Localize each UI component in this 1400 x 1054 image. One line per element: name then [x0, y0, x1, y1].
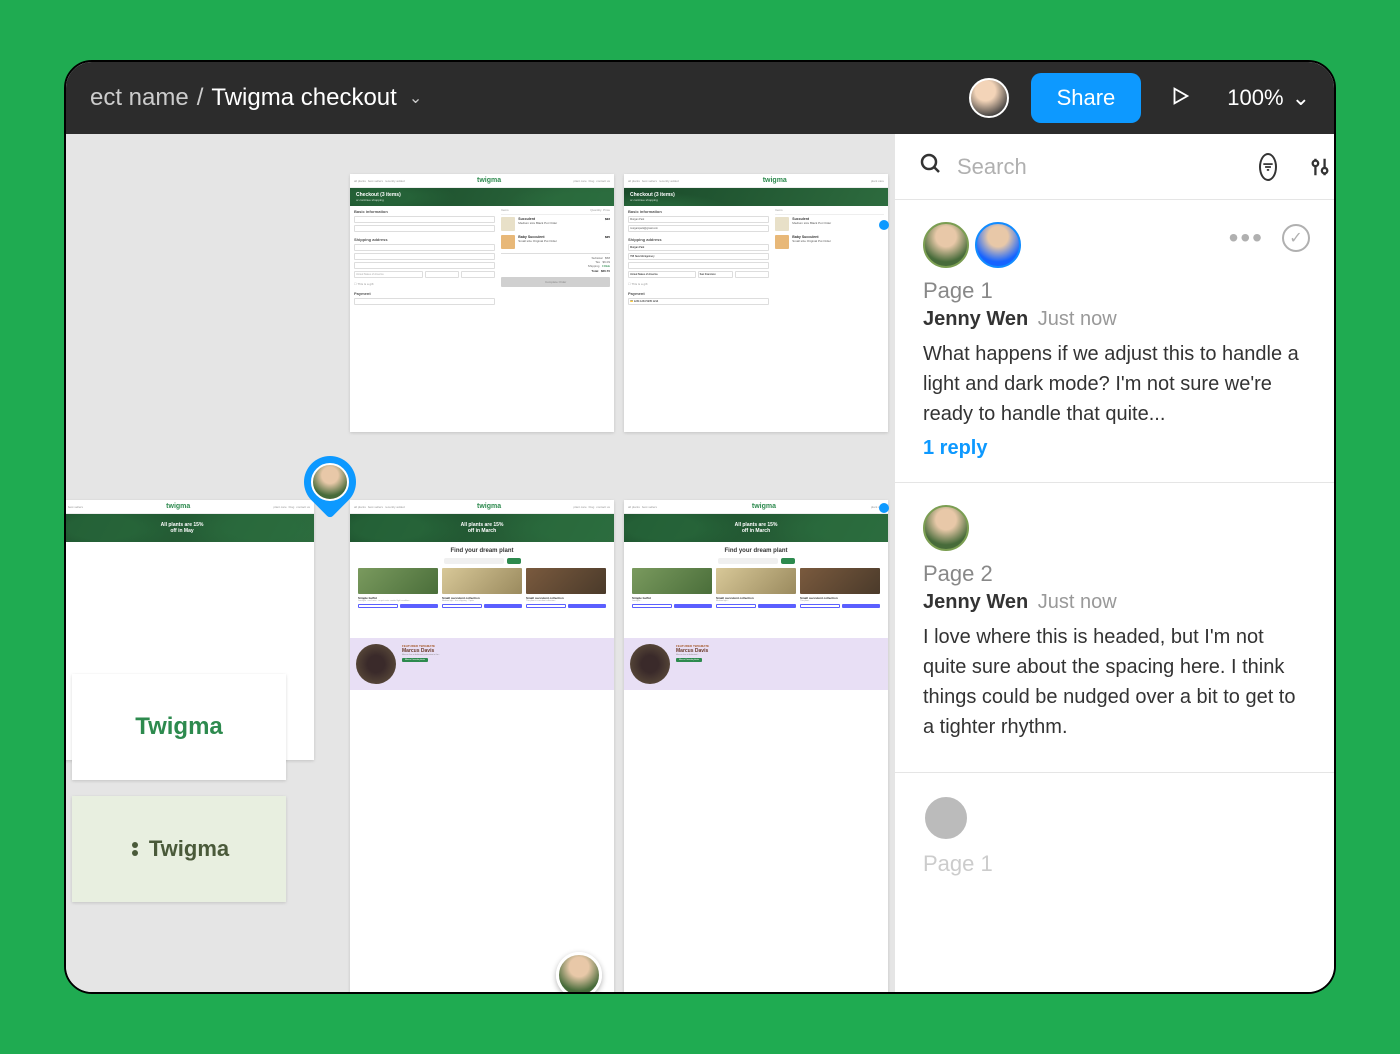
- comment-body: What happens if we adjust this to handle…: [923, 339, 1306, 429]
- pin-avatar: [311, 463, 349, 501]
- comment-time: Just now: [1038, 591, 1117, 613]
- frame-home-2[interactable]: all plantsbest sellersrecently added twi…: [350, 500, 614, 992]
- twigma-logo-icon: [129, 842, 143, 856]
- project-name-partial: ect name: [90, 84, 189, 112]
- search-input[interactable]: [957, 154, 1245, 180]
- comment-thread[interactable]: Page 1: [895, 773, 1334, 903]
- user-avatar[interactable]: [969, 78, 1009, 118]
- comment-time: Just now: [1038, 308, 1117, 330]
- comment-thread[interactable]: Page 2 Jenny Wen Just now I love where t…: [895, 483, 1334, 773]
- zoom-value: 100%: [1227, 85, 1283, 111]
- more-icon[interactable]: •••: [1229, 233, 1264, 243]
- frame-home-3[interactable]: all plantsbest sellers twigma plant care…: [624, 500, 888, 992]
- app-window: ect name / Twigma checkout ⌄ Share 100% …: [64, 60, 1336, 994]
- share-button[interactable]: Share: [1031, 73, 1142, 123]
- comment-page: Page 1: [923, 278, 1306, 304]
- unread-indicator: [879, 503, 889, 513]
- commenter-avatar: [923, 795, 969, 841]
- multiplayer-cursor-avatar: [556, 952, 602, 992]
- comment-page: Page 2: [923, 561, 1306, 587]
- breadcrumb[interactable]: ect name / Twigma checkout ⌄: [90, 84, 422, 112]
- topbar: ect name / Twigma checkout ⌄ Share 100% …: [66, 62, 1334, 134]
- search-bar: [895, 134, 1334, 200]
- brand-logo: twigma: [477, 177, 501, 184]
- comment-body: I love where this is headed, but I'm not…: [923, 622, 1306, 742]
- comment-author: Jenny Wen: [923, 591, 1028, 613]
- chevron-down-icon[interactable]: ⌄: [409, 88, 422, 108]
- canvas-area[interactable]: all plantsbest sellersrecently added twi…: [66, 134, 894, 992]
- comment-thread[interactable]: ••• ✓ Page 1 Jenny Wen Just now What hap…: [895, 200, 1334, 483]
- comment-author: Jenny Wen: [923, 308, 1028, 330]
- reply-link[interactable]: 1 reply: [923, 437, 1306, 460]
- commenter-avatar: [975, 222, 1021, 268]
- unread-indicator: [879, 220, 889, 230]
- logo-card-1[interactable]: Twigma: [72, 674, 286, 780]
- zoom-control[interactable]: 100% ⌄: [1227, 85, 1310, 111]
- settings-sliders-icon[interactable]: [1309, 156, 1331, 178]
- logo-card-2[interactable]: Twigma: [72, 796, 286, 902]
- logo-text: Twigma: [149, 836, 229, 862]
- breadcrumb-separator: /: [197, 84, 204, 112]
- comments-panel: ••• ✓ Page 1 Jenny Wen Just now What hap…: [894, 134, 1334, 992]
- logo-text: Twigma: [135, 713, 223, 741]
- commenter-avatar: [923, 505, 969, 551]
- search-icon[interactable]: [919, 152, 943, 181]
- commenter-avatar: [923, 222, 969, 268]
- file-name[interactable]: Twigma checkout: [211, 84, 396, 112]
- chevron-down-icon: ⌄: [1292, 85, 1310, 111]
- frame-checkout-2[interactable]: all plantsbest sellersrecently added twi…: [624, 174, 888, 432]
- comment-page: Page 1: [923, 851, 1306, 877]
- play-icon[interactable]: [1169, 85, 1191, 112]
- filter-icon[interactable]: [1259, 153, 1277, 181]
- frame-checkout-1[interactable]: all plantsbest sellersrecently added twi…: [350, 174, 614, 432]
- resolve-icon[interactable]: ✓: [1282, 224, 1310, 252]
